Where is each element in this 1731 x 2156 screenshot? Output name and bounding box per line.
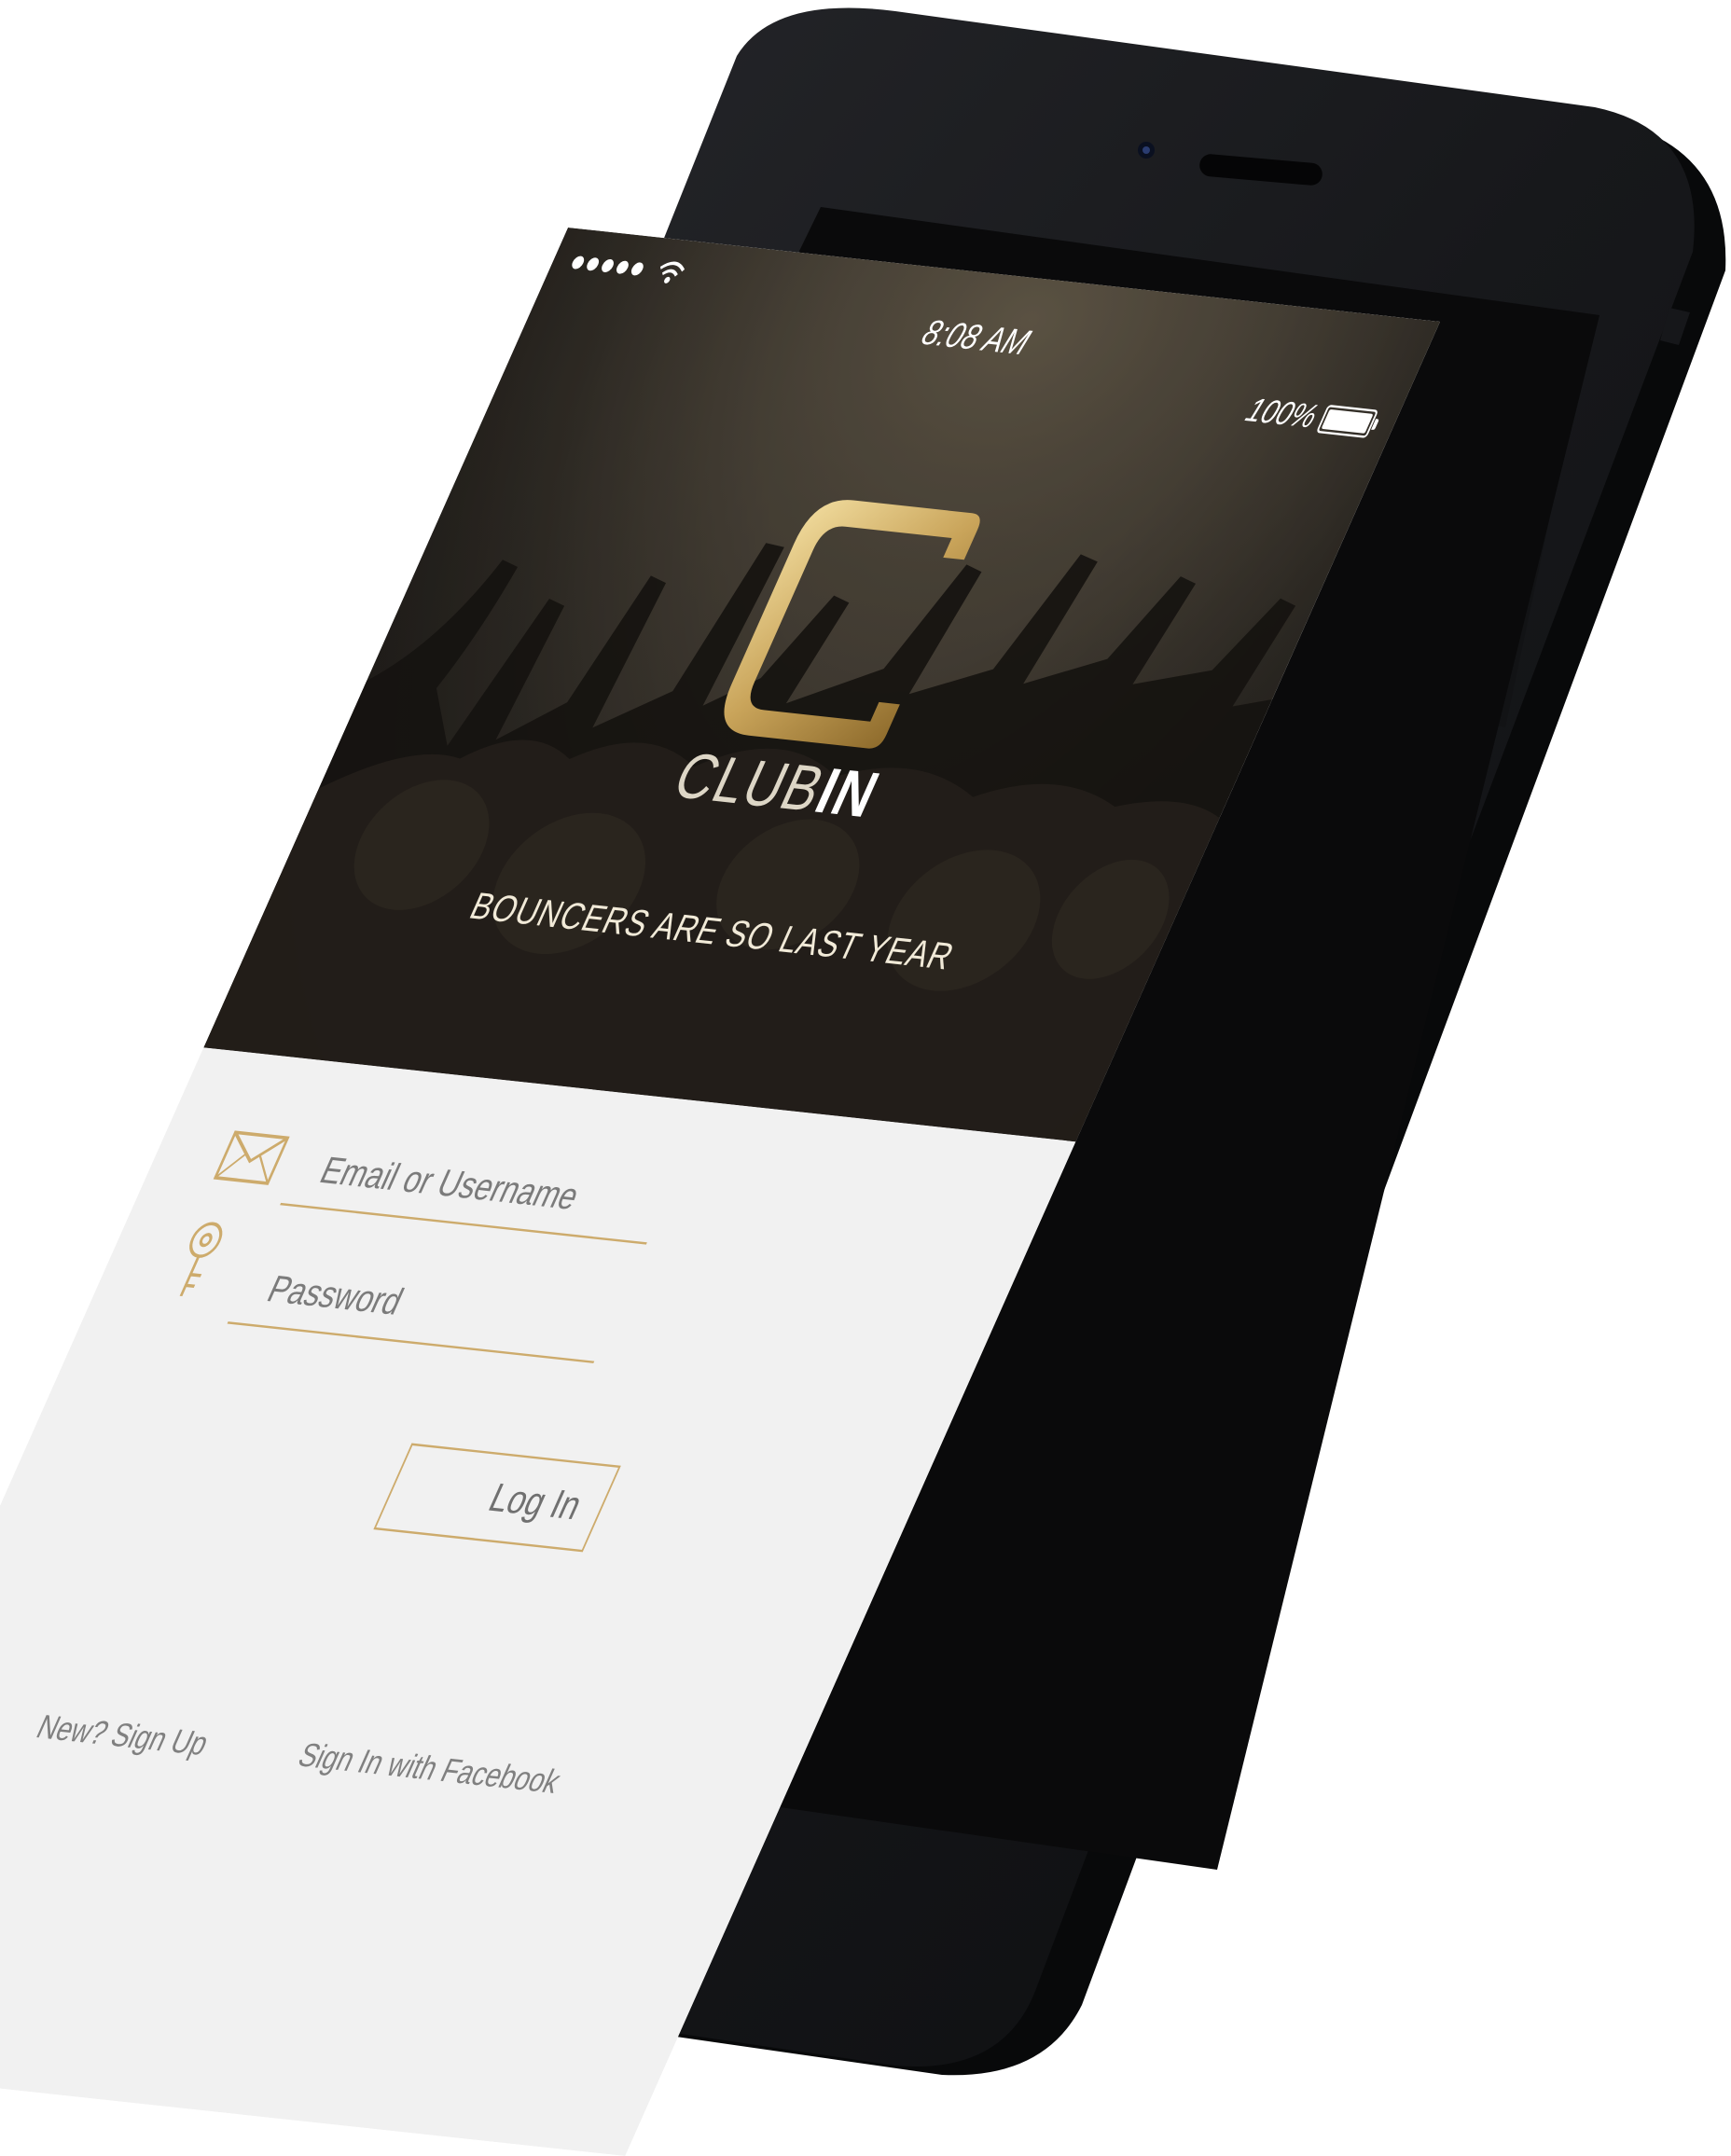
email-field-row bbox=[213, 1105, 691, 1245]
battery-percent: 100% bbox=[1240, 392, 1323, 435]
signup-link[interactable]: New? Sign Up bbox=[31, 1709, 214, 1764]
password-input[interactable] bbox=[257, 1266, 614, 1348]
envelope-icon bbox=[213, 1130, 290, 1185]
password-field-row bbox=[179, 1222, 638, 1363]
login-button[interactable]: Log In bbox=[373, 1443, 621, 1553]
facebook-signin-link[interactable]: Sign In with Facebook bbox=[292, 1737, 566, 1802]
key-icon bbox=[179, 1222, 223, 1297]
email-input[interactable] bbox=[311, 1148, 666, 1229]
mockup-stage: 8:08 AM 100% CLUBIN BOUNCERS ARE SO LAST… bbox=[0, 0, 1731, 2156]
